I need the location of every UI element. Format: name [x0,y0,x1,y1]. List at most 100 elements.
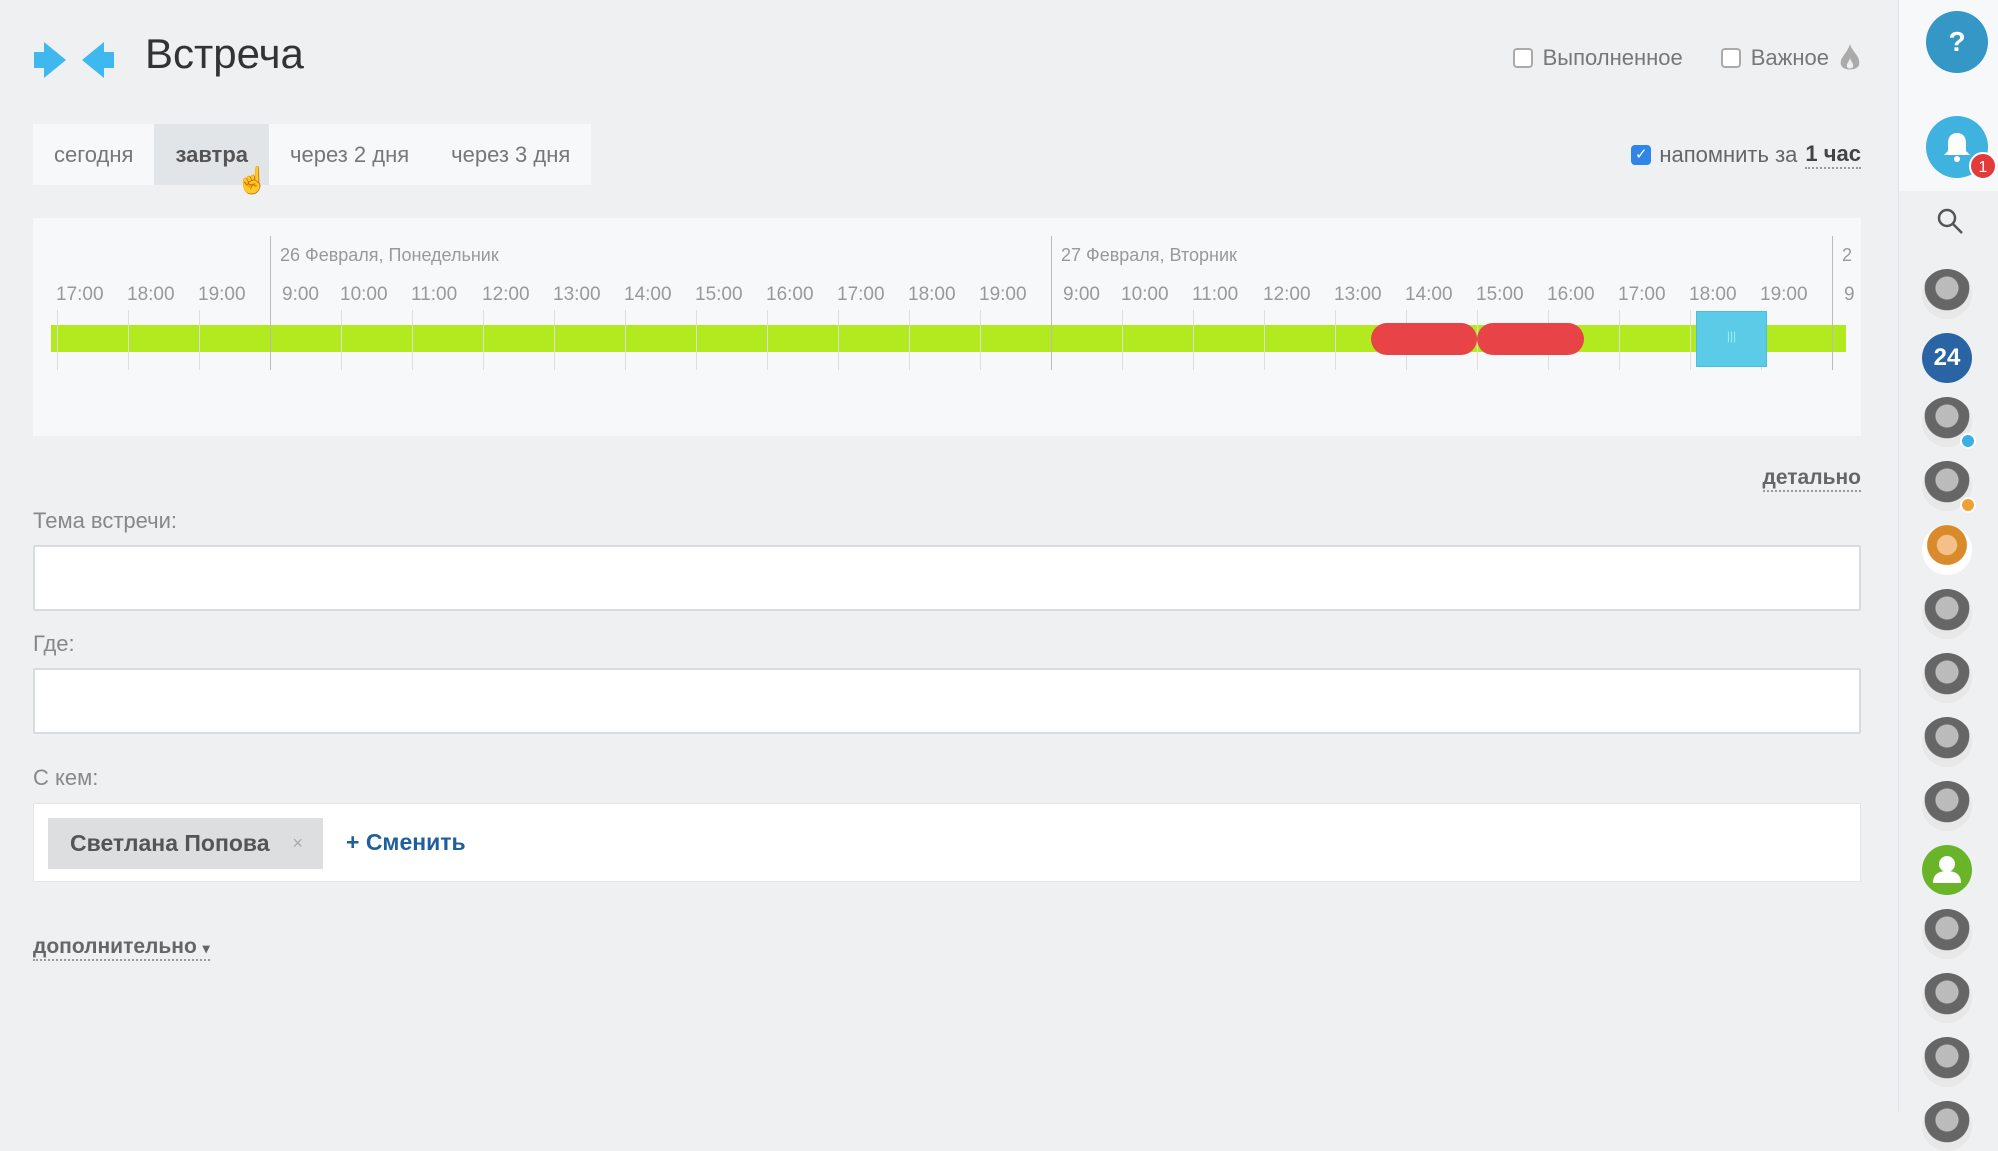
hand-cursor-icon: ☝ [236,165,269,195]
done-checkbox[interactable] [1512,48,1533,68]
contact-avatar[interactable] [1922,973,1972,1023]
contact-avatar[interactable] [1922,717,1972,767]
hour-tick [341,310,342,370]
day-label: 27 Февраля, Вторник [1061,245,1237,265]
selected-slot-handle[interactable] [1696,311,1767,367]
change-participant-button[interactable]: + Сменить [346,829,466,856]
right-sidebar: ? 1 24 [1898,0,1998,1151]
hour-tick [1690,310,1691,370]
topic-input[interactable] [33,545,1861,611]
hour-label: 9:00 [1063,284,1100,305]
hour-label: 16:00 [766,284,814,305]
done-label[interactable]: Выполненное [1543,45,1683,71]
hour-tick [909,310,910,370]
hour-tick [554,310,555,370]
search-icon[interactable] [1935,206,1965,236]
contact-avatar[interactable] [1922,525,1972,575]
hour-label: 18:00 [127,284,175,305]
status-badge [1960,433,1976,449]
help-button[interactable]: ? [1926,11,1988,73]
hour-tick [838,310,839,370]
page-title: Встреча [145,30,304,77]
hour-label: 19:00 [979,284,1027,305]
sidebar-top: ? 1 [1899,0,1998,191]
contact-avatar[interactable] [1922,1037,1972,1087]
hour-tick [1193,310,1194,370]
date-tabs: сегодня завтра через 2 дня через 3 дня [33,124,592,185]
hour-label: 12:00 [482,284,530,305]
day-label: 26 Февраля, Понедельник [280,245,499,265]
tab-today[interactable]: сегодня [33,124,154,185]
notification-count-badge: 1 [1969,152,1997,180]
more-options-toggle[interactable]: дополнительно ▾ [33,935,210,961]
hour-tick [1335,310,1336,370]
where-label: Где: [33,631,75,656]
hour-label: 13:00 [553,284,601,305]
contact-avatar[interactable] [1922,589,1972,639]
hour-tick [483,310,484,370]
remind-value-dropdown[interactable]: 1 час [1805,141,1861,169]
hour-tick [57,310,58,370]
where-input[interactable] [33,668,1861,734]
hour-label: 10:00 [1121,284,1169,305]
caret-down-icon: ▾ [202,940,210,956]
hour-label: 17:00 [1618,284,1666,305]
user-icon [1933,856,1961,883]
topic-label: Тема встречи: [33,508,178,533]
hour-label: 15:00 [695,284,743,305]
contact-avatar[interactable] [1922,909,1972,959]
contact-avatar[interactable] [1922,845,1972,895]
participant-name: Светлана Попова [70,830,270,856]
hour-tick [1122,310,1123,370]
bitrix24-contact[interactable]: 24 [1922,333,1972,383]
hour-label: 18:00 [1689,284,1737,305]
remind-label[interactable]: напомнить за [1659,142,1797,168]
hour-tick [270,236,271,370]
hour-label: 16:00 [1547,284,1595,305]
hour-label: 12:00 [1263,284,1311,305]
busy-slot [1477,323,1584,355]
remind-checkbox[interactable]: ✓ [1631,145,1652,165]
hour-label: 11:00 [411,284,458,305]
tab-in-2-days[interactable]: через 2 дня [269,124,430,185]
hour-label: 11:00 [1192,284,1239,305]
hour-label: 13:00 [1334,284,1382,305]
participants-field: Светлана Попова × + Сменить [33,803,1861,882]
hour-label: 19:00 [1760,284,1808,305]
important-label[interactable]: Важное [1751,45,1829,71]
hour-label: 9 [1844,284,1855,305]
important-checkbox[interactable] [1720,48,1741,68]
hour-label: 17:00 [837,284,885,305]
hour-tick [1264,310,1265,370]
contact-avatar[interactable] [1922,653,1972,703]
hour-label: 15:00 [1476,284,1524,305]
contact-avatar[interactable] [1922,1101,1972,1151]
hour-tick [980,310,981,370]
busy-slot [1370,323,1477,355]
hour-label: 10:00 [340,284,388,305]
remind-row: ✓ напомнить за 1 час [1631,141,1861,169]
remove-participant-icon[interactable]: × [292,818,303,869]
hour-tick [128,310,129,370]
hour-tick [199,310,200,370]
hour-label: 14:00 [1405,284,1453,305]
hour-label: 18:00 [908,284,956,305]
more-label: дополнительно [33,935,197,958]
options-row: Выполненное Важное [1512,44,1861,72]
hour-label: 9:00 [282,284,319,305]
hour-label: 19:00 [198,284,246,305]
contact-avatar[interactable] [1922,269,1972,319]
detail-link[interactable]: детально [1762,466,1861,492]
hour-tick [696,310,697,370]
contact-avatar[interactable] [1922,461,1976,513]
contact-avatar[interactable] [1922,397,1976,449]
contact-avatar[interactable] [1922,781,1972,831]
participant-chip: Светлана Попова × [48,818,323,869]
hour-label: 17:00 [56,284,104,305]
flame-icon [1840,44,1860,70]
hour-label: 14:00 [624,284,672,305]
hour-tick [1832,236,1833,370]
meeting-arrows-icon [34,42,114,78]
tab-in-3-days[interactable]: через 3 дня [430,124,591,185]
hour-tick [412,310,413,370]
